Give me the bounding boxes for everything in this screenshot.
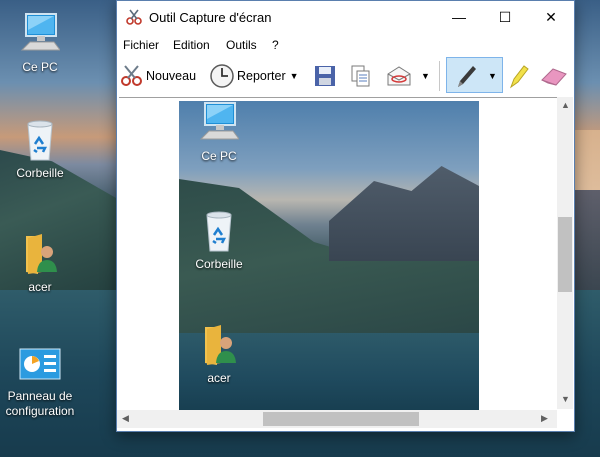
- menu-outils[interactable]: Outils: [226, 38, 257, 52]
- send-button[interactable]: ▼: [385, 61, 430, 91]
- scroll-up-icon[interactable]: ▲: [561, 100, 570, 110]
- control-panel-icon: [19, 348, 61, 380]
- copy-icon: [351, 65, 370, 87]
- chevron-down-icon[interactable]: ▼: [290, 71, 299, 81]
- captured-icon-label: Ce PC: [201, 149, 237, 163]
- scissors-icon: [126, 9, 142, 25]
- desktop-icon-label: Panneau de: [7, 389, 73, 403]
- recycle-bin-icon: [206, 211, 232, 252]
- copy-button[interactable]: [348, 61, 372, 91]
- desktop-icon-corbeille[interactable]: Corbeille: [0, 118, 80, 181]
- new-button[interactable]: Nouveau: [120, 61, 196, 91]
- captured-icon-label: Corbeille: [195, 257, 243, 271]
- save-button[interactable]: [313, 61, 337, 91]
- chevron-down-icon[interactable]: ▼: [488, 71, 497, 81]
- close-icon: ✕: [545, 9, 557, 25]
- eraser-button[interactable]: [539, 61, 569, 91]
- maximize-button[interactable]: ☐: [482, 1, 528, 33]
- captured-icon-corbeille: Corbeille: [179, 209, 259, 272]
- new-label: Nouveau: [146, 69, 197, 83]
- title-bar[interactable]: Outil Capture d'écran — ☐ ✕: [117, 1, 574, 33]
- recycle-bin-icon: [27, 120, 53, 161]
- menu-edition[interactable]: Edition: [173, 38, 210, 52]
- chevron-down-icon[interactable]: ▼: [421, 71, 430, 81]
- captured-icon-acer: acer: [179, 323, 259, 386]
- desktop-icon-label: Ce PC: [22, 60, 58, 74]
- vertical-scrollbar[interactable]: ▲ ▼: [557, 97, 573, 409]
- desktop-icon-acer[interactable]: acer: [0, 232, 80, 295]
- envelope-icon: [387, 66, 411, 86]
- highlighter-icon: [509, 65, 529, 89]
- menu-bar: Fichier Edition Outils ?: [117, 34, 574, 56]
- computer-icon: [199, 102, 239, 140]
- clock-icon: [210, 64, 234, 88]
- scroll-right-icon[interactable]: ▶: [541, 413, 548, 424]
- highlighter-button[interactable]: [506, 61, 530, 91]
- vertical-scroll-thumb[interactable]: [558, 217, 572, 292]
- toolbar: Nouveau Reporter ▼ ▼ ▼: [117, 57, 574, 95]
- snipping-tool-window: Outil Capture d'écran — ☐ ✕ Fichier Edit…: [116, 0, 575, 432]
- desktop-icon-label: acer: [28, 280, 52, 294]
- captured-image: Ce PC Corbeille acer: [179, 101, 479, 410]
- desktop-icon-ce-pc[interactable]: Ce PC: [0, 12, 80, 75]
- desktop-icon-label: Corbeille: [16, 166, 64, 180]
- delay-label: Reporter: [237, 69, 286, 83]
- close-button[interactable]: ✕: [528, 1, 574, 33]
- capture-area[interactable]: Ce PC Corbeille acer: [119, 97, 557, 410]
- user-folder-icon: [205, 325, 236, 365]
- pen-button[interactable]: ▼: [454, 61, 497, 91]
- toolbar-separator: [439, 61, 440, 91]
- scroll-down-icon[interactable]: ▼: [561, 394, 570, 404]
- window-title: Outil Capture d'écran: [149, 10, 272, 25]
- pen-icon: [458, 66, 476, 87]
- computer-icon: [20, 13, 60, 51]
- desktop-icon-panneau[interactable]: Panneau de configuration: [0, 345, 80, 419]
- delay-button[interactable]: Reporter ▼: [209, 61, 299, 91]
- scissors-icon: [121, 65, 142, 86]
- save-icon: [315, 66, 335, 86]
- menu-fichier[interactable]: Fichier: [123, 38, 159, 52]
- eraser-icon: [541, 68, 567, 86]
- minimize-button[interactable]: —: [436, 1, 482, 33]
- scroll-left-icon[interactable]: ◀: [122, 413, 129, 424]
- captured-icon-ce-pc: Ce PC: [179, 101, 259, 164]
- user-folder-icon: [26, 234, 57, 274]
- menu-help[interactable]: ?: [272, 38, 279, 52]
- horizontal-scroll-thumb[interactable]: [263, 412, 419, 426]
- horizontal-scrollbar[interactable]: ◀ ▶: [117, 410, 557, 428]
- captured-icon-label: acer: [207, 371, 231, 385]
- desktop-icon-label-line2: configuration: [5, 404, 75, 418]
- captured-mountain-peak: [329, 166, 479, 261]
- minimize-icon: —: [452, 9, 466, 25]
- maximize-icon: ☐: [498, 9, 512, 25]
